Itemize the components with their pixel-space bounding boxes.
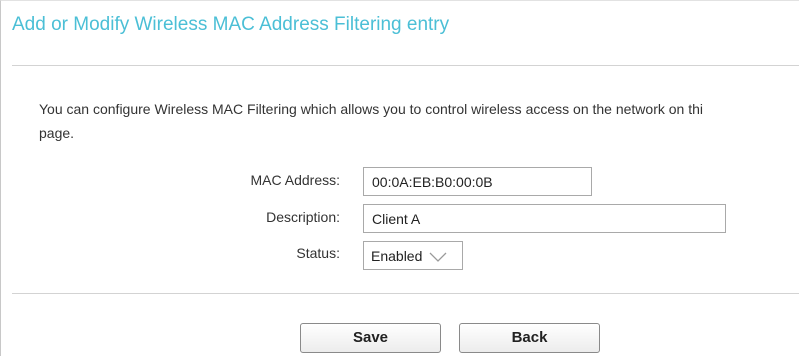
intro-text: You can configure Wireless MAC Filtering… (39, 97, 799, 145)
page-title: Add or Modify Wireless MAC Address Filte… (12, 14, 450, 35)
chevron-down-icon (428, 250, 448, 262)
intro-line: page. (39, 125, 75, 141)
save-button[interactable]: Save (300, 323, 441, 353)
intro-line: You can configure Wireless MAC Filtering… (39, 101, 704, 117)
status-value: Enabled (371, 247, 423, 264)
form-divider (12, 293, 799, 294)
status-select[interactable]: Enabled (363, 241, 463, 270)
title-divider (12, 65, 799, 66)
mac-address-label: MAC Address: (250, 172, 340, 188)
description-label: Description: (266, 209, 340, 225)
description-input[interactable] (363, 204, 726, 233)
status-label: Status: (296, 245, 340, 261)
back-button[interactable]: Back (459, 323, 600, 353)
mac-address-input[interactable] (363, 167, 592, 196)
page-frame: Add or Modify Wireless MAC Address Filte… (0, 0, 799, 356)
